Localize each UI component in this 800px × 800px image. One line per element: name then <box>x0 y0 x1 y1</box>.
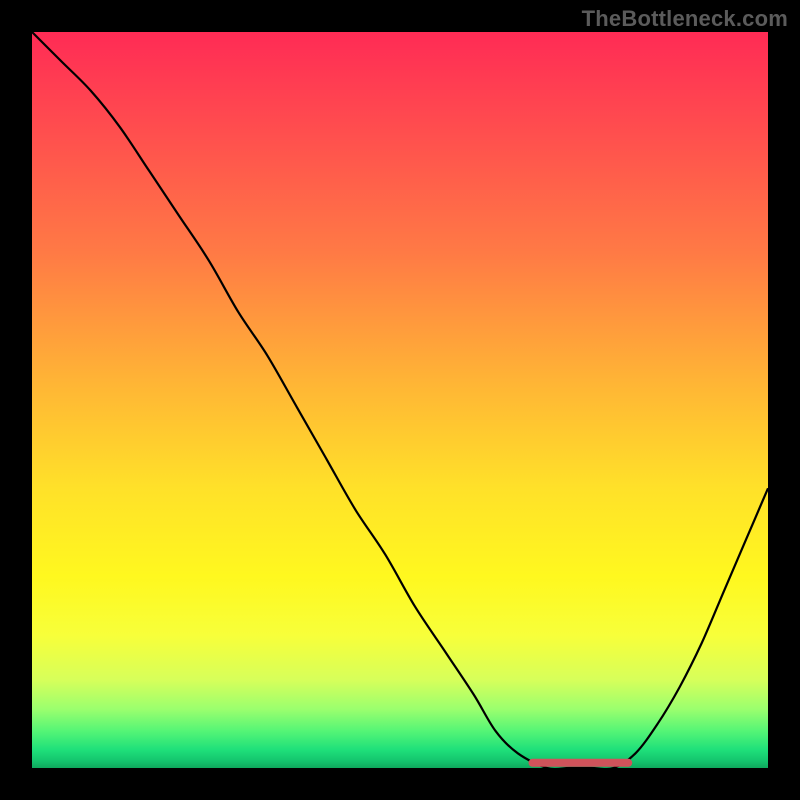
plot-area <box>32 32 768 768</box>
bottleneck-curve <box>32 32 768 768</box>
chart-svg <box>32 32 768 768</box>
watermark: TheBottleneck.com <box>582 6 788 32</box>
